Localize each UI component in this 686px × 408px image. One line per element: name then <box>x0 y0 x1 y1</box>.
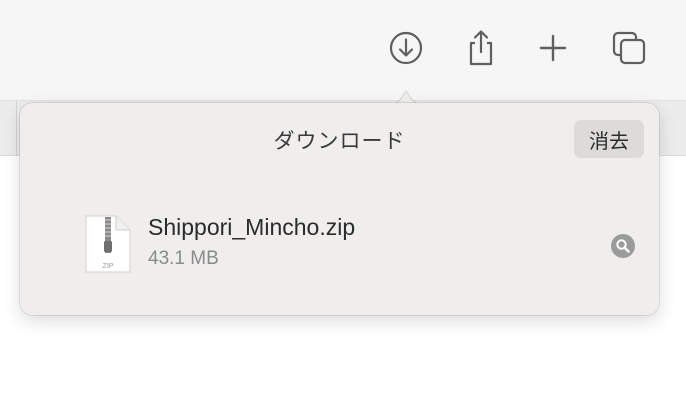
magnifier-icon <box>611 234 635 258</box>
popover-arrow <box>384 90 428 105</box>
clear-downloads-button[interactable]: 消去 <box>574 120 644 158</box>
download-file-name: Shippori_Mincho.zip <box>148 214 356 240</box>
share-icon <box>469 30 493 66</box>
reveal-in-finder-button[interactable] <box>609 232 637 260</box>
zip-type-label: ZIP <box>103 263 114 270</box>
tab-overview-icon <box>612 31 646 65</box>
share-button[interactable] <box>461 28 501 68</box>
downloads-popover: ダウンロード 消去 ZIP Shippori_Mincho.zip 43.1 M… <box>20 103 659 315</box>
plus-icon <box>539 34 567 62</box>
download-item[interactable]: ZIP Shippori_Mincho.zip 43.1 MB <box>80 208 640 278</box>
arrow-down-circle-icon <box>389 31 423 65</box>
download-file-size: 43.1 MB <box>148 248 219 269</box>
tab-separator <box>16 101 17 155</box>
zip-file-icon: ZIP <box>85 215 131 273</box>
browser-toolbar <box>0 0 686 100</box>
new-tab-button[interactable] <box>533 28 573 68</box>
popover-title: ダウンロード <box>273 130 406 153</box>
downloads-button[interactable] <box>386 28 426 68</box>
tab-overview-button[interactable] <box>609 28 649 68</box>
